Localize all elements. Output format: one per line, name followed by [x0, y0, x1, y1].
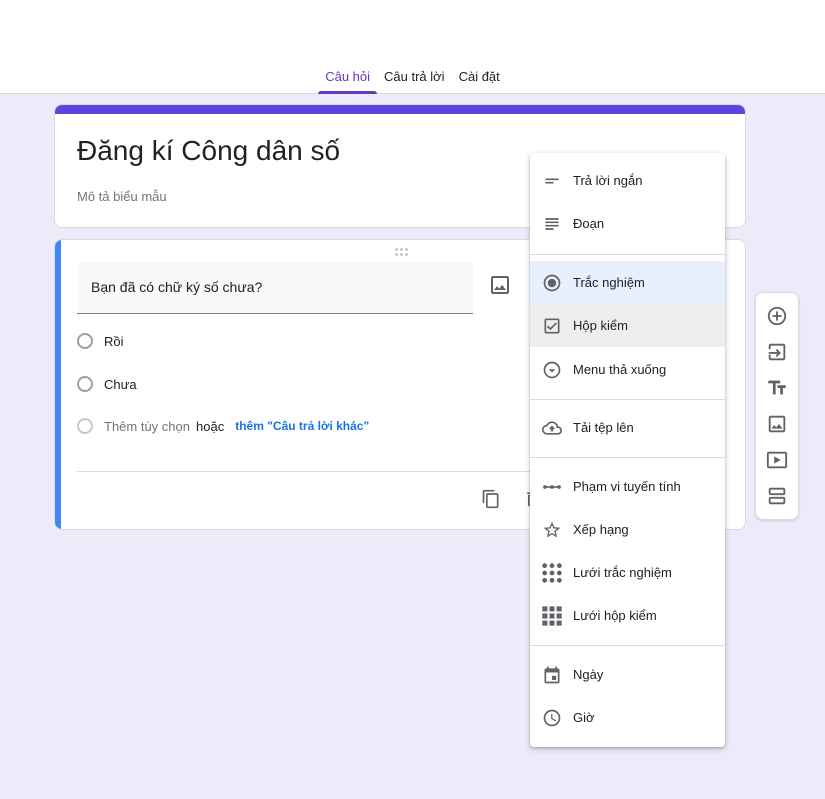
form-title[interactable]: Đăng kí Công dân số: [77, 135, 340, 167]
or-text: hoặc: [196, 418, 225, 434]
menu-item-label: Giờ: [573, 710, 595, 725]
option-label[interactable]: Chưa: [104, 377, 137, 392]
add-question-icon[interactable]: [766, 305, 788, 327]
add-section-icon[interactable]: [766, 485, 788, 507]
menu-item-checkbox-grid[interactable]: Lưới hộp kiểm: [530, 594, 725, 637]
import-questions-icon[interactable]: [766, 341, 788, 363]
radio-button-icon: [541, 272, 563, 294]
question-title-input[interactable]: Bạn đã có chữ ký số chưa?: [77, 262, 473, 314]
menu-item-linear-scale[interactable]: Phạm vi tuyến tính: [530, 465, 725, 508]
menu-item-label: Hộp kiểm: [573, 318, 628, 333]
menu-item-label: Phạm vi tuyến tính: [573, 479, 681, 494]
add-video-icon[interactable]: [766, 449, 788, 471]
add-title-icon[interactable]: [766, 377, 788, 399]
tab-bar: Câu hỏi Câu trả lời Cài đặt: [0, 60, 825, 94]
menu-item-label: Tải tệp lên: [573, 420, 634, 435]
cloud-upload-icon: [541, 417, 563, 439]
menu-item-label: Đoạn: [573, 216, 605, 231]
option-label[interactable]: Rồi: [104, 334, 124, 349]
option-row: Chưa: [77, 376, 137, 392]
menu-item-dropdown[interactable]: Menu thả xuống: [530, 348, 725, 391]
menu-item-radio-grid[interactable]: Lưới trắc nghiệm: [530, 551, 725, 594]
radio-icon: [77, 376, 93, 392]
clock-icon: [541, 707, 563, 729]
menu-item-label: Lưới trắc nghiệm: [573, 565, 672, 580]
tab-responses[interactable]: Câu trả lời: [377, 60, 452, 94]
menu-item-date[interactable]: Ngày: [530, 653, 725, 696]
menu-item-label: Xếp hạng: [573, 522, 629, 537]
side-toolbar: [755, 292, 799, 520]
menu-item-checkbox[interactable]: Hộp kiểm: [530, 304, 725, 347]
header-accent-bar: [55, 105, 745, 114]
menu-item-label: Trả lời ngắn: [573, 173, 643, 188]
tab-settings[interactable]: Cài đặt: [452, 60, 507, 94]
calendar-icon: [541, 664, 563, 686]
short-answer-icon: [541, 170, 563, 192]
menu-divider: [530, 645, 725, 646]
form-description[interactable]: Mô tả biểu mẫu: [77, 189, 167, 204]
menu-item-label: Lưới hộp kiểm: [573, 608, 657, 623]
add-option-button[interactable]: Thêm tùy chọn: [104, 419, 190, 434]
duplicate-icon[interactable]: [481, 489, 501, 509]
menu-divider: [530, 457, 725, 458]
menu-item-file-upload[interactable]: Tải tệp lên: [530, 406, 725, 449]
radio-grid-icon: [541, 562, 563, 584]
add-option-row: Thêm tùy chọn hoặc thêm "Câu trả lời khá…: [77, 418, 369, 434]
dropdown-icon: [541, 359, 563, 381]
add-other-button[interactable]: thêm "Câu trả lời khác": [235, 419, 369, 433]
menu-item-label: Ngày: [573, 667, 604, 682]
add-image-icon[interactable]: [766, 413, 788, 435]
linear-scale-icon: [541, 476, 563, 498]
menu-item-label: Trắc nghiệm: [573, 275, 645, 290]
paragraph-icon: [541, 213, 563, 235]
menu-item-multiple-choice[interactable]: Trắc nghiệm: [530, 261, 725, 304]
question-type-menu: Trả lời ngắn Đoạn Trắc nghiệm Hộp kiểm M…: [530, 153, 725, 747]
menu-item-short-answer[interactable]: Trả lời ngắn: [530, 159, 725, 202]
drag-handle-icon[interactable]: [395, 248, 409, 256]
menu-item-time[interactable]: Giờ: [530, 696, 725, 739]
option-row: Rồi: [77, 333, 124, 349]
menu-item-paragraph[interactable]: Đoạn: [530, 202, 725, 245]
add-image-icon[interactable]: [488, 273, 512, 297]
radio-icon: [77, 333, 93, 349]
menu-item-rating[interactable]: Xếp hạng: [530, 508, 725, 551]
checkbox-grid-icon: [541, 605, 563, 627]
menu-item-label: Menu thả xuống: [573, 362, 667, 377]
checkbox-icon: [541, 315, 563, 337]
top-bar: Câu hỏi Câu trả lời Cài đặt: [0, 0, 825, 94]
tab-questions[interactable]: Câu hỏi: [318, 60, 377, 94]
menu-divider: [530, 254, 725, 255]
active-question-bar: [55, 240, 61, 529]
menu-divider: [530, 399, 725, 400]
star-icon: [541, 519, 563, 541]
radio-icon: [77, 418, 93, 434]
